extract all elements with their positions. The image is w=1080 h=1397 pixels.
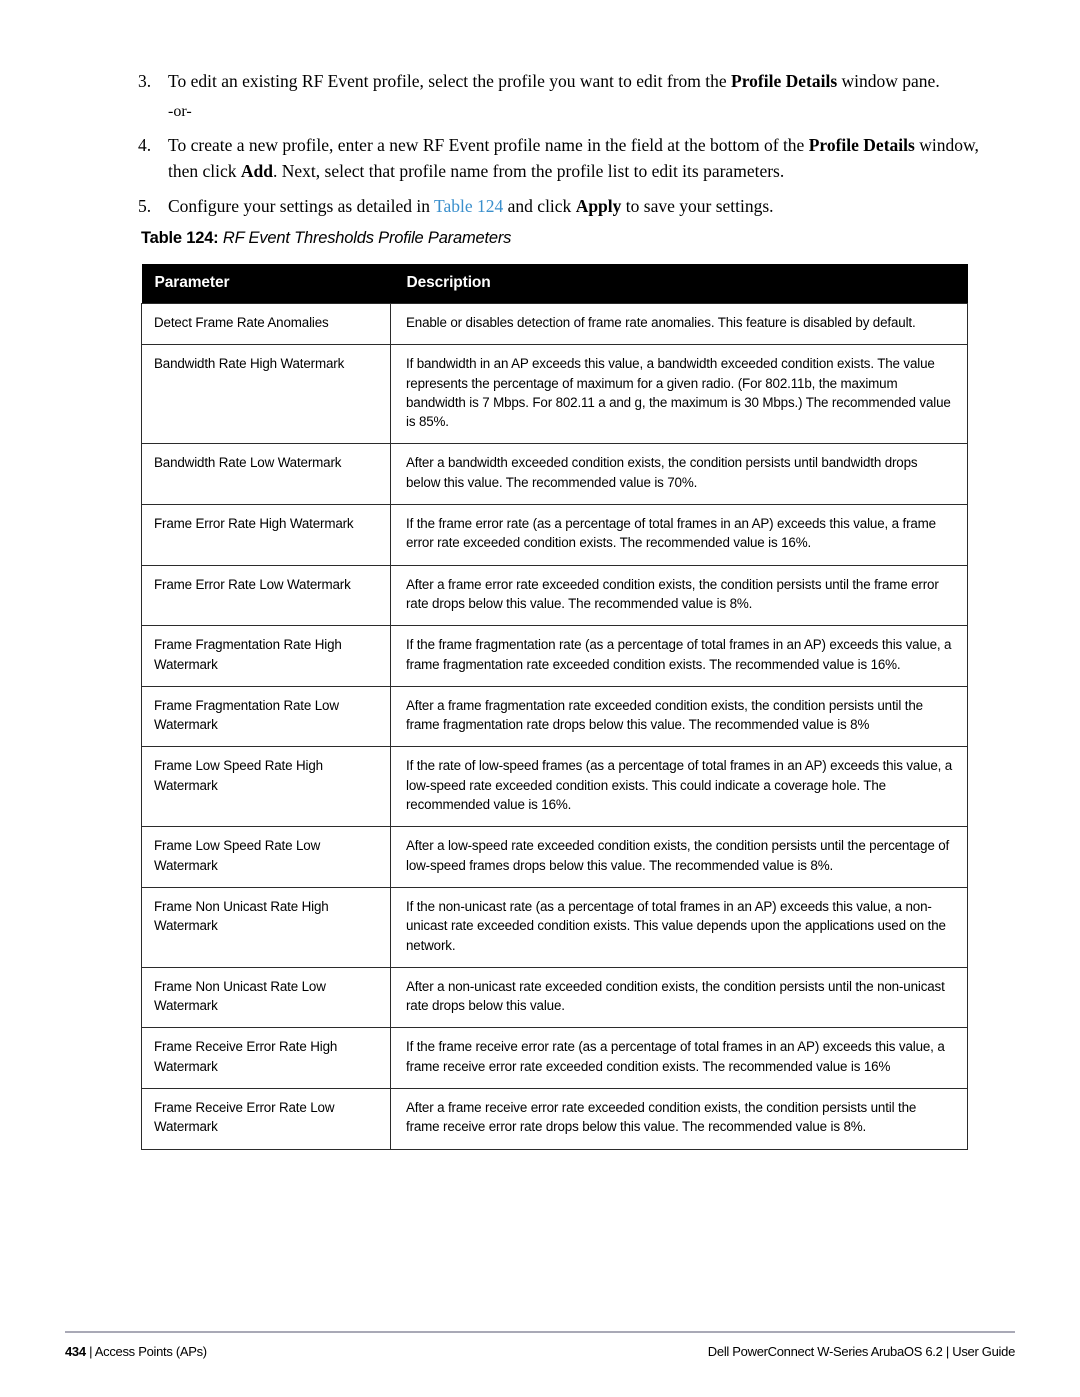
cell-parameter: Frame Error Rate Low Watermark bbox=[141, 564, 391, 627]
plain-text: To edit an existing RF Event profile, se… bbox=[168, 71, 732, 91]
cell-description: After a non-unicast rate exceeded condit… bbox=[390, 966, 968, 1029]
list-item: 4. To create a new profile, enter a new … bbox=[138, 132, 998, 184]
cell-description: If bandwidth in an AP exceeds this value… bbox=[390, 344, 968, 445]
table-row: Frame Receive Error Rate Low Watermark Af… bbox=[141, 1088, 968, 1150]
cell-description: After a frame receive error rate exceede… bbox=[390, 1088, 968, 1150]
or-separator: -or- bbox=[168, 103, 192, 120]
cell-description: If the non-unicast rate (as a percentage… bbox=[390, 886, 968, 968]
cell-parameter: Frame Non Unicast Rate Low Watermark bbox=[141, 966, 391, 1029]
cell-description: If the frame error rate (as a percentage… bbox=[390, 504, 968, 566]
footer-left: 434 | Access Points (APs) bbox=[65, 1344, 207, 1359]
table-row: Frame Fragmentation Rate Low Watermark Af… bbox=[141, 685, 968, 748]
table-caption-title: RF Event Thresholds Profile Parameters bbox=[222, 229, 512, 247]
step-text: Configure your settings as detailed in T… bbox=[168, 193, 998, 219]
step-text: To create a new profile, enter a new RF … bbox=[168, 132, 998, 184]
footer-product-label: Dell PowerConnect W-Series ArubaOS 6.2 |… bbox=[707, 1344, 1016, 1359]
table-row: Frame Non Unicast Rate Low Watermark Afte… bbox=[141, 966, 968, 1029]
table-row: Bandwidth Rate High Watermark If bandwidt… bbox=[141, 344, 968, 445]
table-row: Frame Receive Error Rate High Watermark I… bbox=[141, 1027, 968, 1090]
cell-parameter: Frame Fragmentation Rate Low Watermark bbox=[141, 685, 391, 748]
page-number: 434 bbox=[65, 1344, 86, 1359]
table-row: Frame Low Speed Rate Low Watermark After … bbox=[141, 826, 968, 888]
column-header-description: Description bbox=[390, 264, 968, 304]
cell-description: If the frame fragmentation rate (as a pe… bbox=[390, 625, 968, 687]
cell-parameter: Frame Receive Error Rate Low Watermark bbox=[141, 1088, 391, 1150]
cell-parameter: Frame Low Speed Rate High Watermark bbox=[141, 746, 391, 828]
table-row: Frame Non Unicast Rate High Watermark If … bbox=[141, 886, 968, 968]
plain-text: and click bbox=[503, 196, 576, 216]
list-item: 3. To edit an existing RF Event profile,… bbox=[138, 68, 998, 94]
plain-text: . Next, select that profile name from th… bbox=[273, 161, 785, 181]
table-caption-label: Table 124: bbox=[141, 229, 219, 247]
cell-parameter: Frame Non Unicast Rate High Watermark bbox=[141, 886, 391, 968]
table-row: Frame Error Rate Low Watermark After a fr… bbox=[141, 564, 968, 627]
cell-parameter: Bandwidth Rate Low Watermark bbox=[141, 443, 391, 506]
table-row: Frame Fragmentation Rate High Watermark I… bbox=[141, 625, 968, 687]
step-number: 5. bbox=[138, 196, 152, 216]
emphasis-text: Apply bbox=[575, 196, 622, 216]
list-item: 5. Configure your settings as detailed i… bbox=[138, 193, 998, 219]
table-body: Detect Frame Rate Anomalies Enable or dis… bbox=[141, 302, 968, 1150]
cell-description: If the rate of low-speed frames (as a pe… bbox=[390, 746, 968, 828]
cell-parameter: Bandwidth Rate High Watermark bbox=[141, 344, 391, 445]
plain-text: Configure your settings as detailed in bbox=[168, 196, 435, 216]
step-number: 3. bbox=[138, 71, 152, 91]
plain-text: To create a new profile, enter a new RF … bbox=[168, 135, 809, 155]
table-row: Bandwidth Rate Low Watermark After a band… bbox=[141, 443, 968, 506]
emphasis-text: Profile Details bbox=[731, 71, 838, 91]
table-caption: Table 124: RF Event Thresholds Profile P… bbox=[141, 229, 511, 248]
cell-description: Enable or disables detection of frame ra… bbox=[390, 302, 968, 346]
column-header-parameter: Parameter bbox=[141, 264, 391, 304]
plain-text: to save your settings. bbox=[621, 196, 774, 216]
table-row: Frame Low Speed Rate High Watermark If th… bbox=[141, 746, 968, 828]
table-row: Frame Error Rate High Watermark If the fr… bbox=[141, 504, 968, 566]
step-number: 4. bbox=[138, 135, 152, 155]
page-footer: 434 | Access Points (APs) Dell PowerConn… bbox=[65, 1344, 1015, 1359]
cell-parameter: Frame Error Rate High Watermark bbox=[141, 504, 391, 566]
table-header: Parameter Description bbox=[141, 264, 968, 304]
cell-parameter: Frame Receive Error Rate High Watermark bbox=[141, 1027, 391, 1090]
cell-description: After a frame fragmentation rate exceede… bbox=[390, 685, 968, 748]
cell-parameter: Frame Fragmentation Rate High Watermark bbox=[141, 625, 391, 687]
cell-description: If the frame receive error rate (as a pe… bbox=[390, 1027, 968, 1090]
cell-parameter: Detect Frame Rate Anomalies bbox=[141, 302, 391, 346]
table-row: Detect Frame Rate Anomalies Enable or dis… bbox=[141, 302, 968, 346]
cell-parameter: Frame Low Speed Rate Low Watermark bbox=[141, 826, 391, 888]
step-text: To edit an existing RF Event profile, se… bbox=[168, 68, 998, 94]
procedure-steps: 3. To edit an existing RF Event profile,… bbox=[138, 68, 998, 228]
emphasis-text: Profile Details bbox=[808, 135, 915, 155]
footer-section-label: | Access Points (APs) bbox=[89, 1344, 207, 1359]
table-reference-link[interactable]: Table 124 bbox=[434, 196, 503, 216]
emphasis-text: Add bbox=[240, 161, 273, 181]
plain-text: window pane. bbox=[837, 71, 940, 91]
cell-description: After a bandwidth exceeded condition exi… bbox=[390, 443, 968, 506]
cell-description: After a low-speed rate exceeded conditio… bbox=[390, 826, 968, 888]
cell-description: After a frame error rate exceeded condit… bbox=[390, 564, 968, 627]
footer-divider bbox=[65, 1331, 1015, 1333]
table-header-row: Parameter Description bbox=[141, 264, 968, 304]
rf-event-thresholds-table: Parameter Description Detect Frame Rate … bbox=[141, 264, 968, 1150]
